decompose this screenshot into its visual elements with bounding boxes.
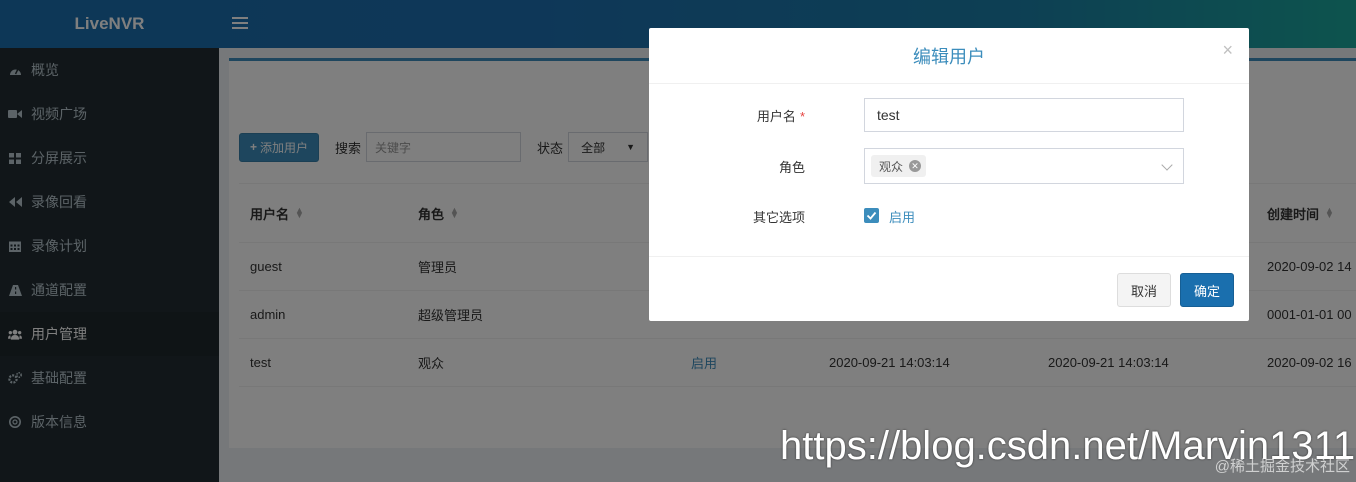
other-options-label: 其它选项 xyxy=(752,209,805,225)
enabled-checkbox[interactable] xyxy=(864,208,879,223)
role-tag: 观众 ✕ xyxy=(871,155,927,177)
role-label: 角色 xyxy=(778,159,805,175)
username-field[interactable]: test xyxy=(864,98,1184,132)
modal-title: 编辑用户 xyxy=(913,46,985,67)
edit-user-modal: 编辑用户 × 用户名 * test 角色 观众 ✕ 其它选项 启用 取消 确定 xyxy=(649,28,1249,321)
confirm-button[interactable]: 确定 xyxy=(1180,273,1234,307)
required-mark: * xyxy=(799,108,805,124)
remove-tag-icon[interactable]: ✕ xyxy=(909,160,922,172)
form-row-username: 用户名 * test xyxy=(649,98,1249,132)
username-value: test xyxy=(877,107,900,123)
role-select[interactable]: 观众 ✕ xyxy=(864,148,1184,184)
cancel-button[interactable]: 取消 xyxy=(1117,273,1171,307)
role-tag-label: 观众 xyxy=(879,159,904,174)
watermark-community: @稀土掘金技术社区 xyxy=(1214,458,1350,475)
chevron-down-icon[interactable] xyxy=(1161,159,1173,171)
username-label: 用户名 * xyxy=(649,106,835,125)
close-icon[interactable]: × xyxy=(1222,40,1233,61)
check-icon xyxy=(866,211,877,220)
modal-footer: 取消 确定 xyxy=(649,256,1249,321)
modal-header: 编辑用户 × xyxy=(649,28,1249,84)
enabled-label[interactable]: 启用 xyxy=(889,207,915,226)
username-label-text: 用户名 xyxy=(756,108,796,124)
form-row-role: 角色 观众 ✕ xyxy=(649,148,1249,184)
form-row-options: 其它选项 启用 xyxy=(649,204,1249,228)
